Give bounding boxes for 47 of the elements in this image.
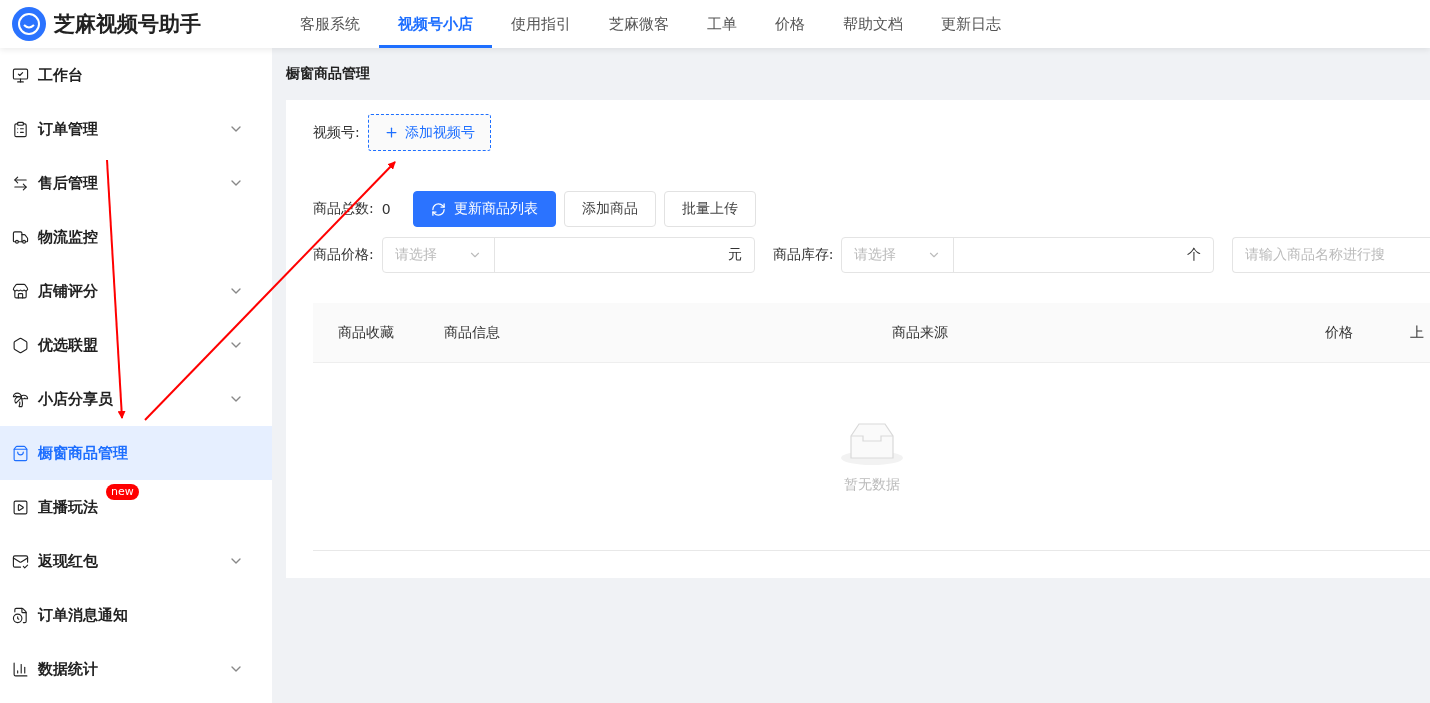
- count-value: 0: [381, 201, 391, 217]
- plus-icon: [383, 125, 399, 140]
- column-header: 上: [1410, 323, 1425, 342]
- clipboard-icon: [12, 120, 29, 138]
- page-title: 橱窗商品管理: [286, 64, 371, 83]
- chart-icon: [12, 660, 29, 678]
- toolbar-button[interactable]: 更新商品列表: [412, 191, 556, 227]
- monitor-icon: [12, 66, 29, 84]
- filter-label: 商品价格:: [313, 246, 374, 264]
- unit-label: 元: [727, 246, 742, 264]
- palm-tree-icon: [12, 390, 29, 408]
- nav-tab[interactable]: 工单: [688, 0, 756, 48]
- nav-tab[interactable]: 芝麻微客: [590, 0, 688, 48]
- smile-logo-icon: [12, 7, 46, 41]
- nav-tab[interactable]: 价格: [756, 0, 824, 48]
- nav-tab[interactable]: 视频号小店: [379, 0, 492, 48]
- hexagon-icon: [12, 336, 29, 354]
- document-icon: [12, 606, 29, 624]
- range-filter[interactable]: 请选择 个: [841, 237, 1215, 273]
- range-filter[interactable]: 请选择 元: [381, 237, 755, 273]
- column-header: 商品来源: [890, 323, 949, 342]
- nav-tab[interactable]: 帮助文档: [824, 0, 922, 48]
- bag-icon: [12, 444, 29, 462]
- nav-tab[interactable]: 客服系统: [281, 0, 379, 48]
- toolbar-button[interactable]: 添加商品: [563, 191, 656, 227]
- new-badge: new: [106, 483, 139, 500]
- nav-tab[interactable]: 更新日志: [922, 0, 1020, 48]
- filter-label: 商品库存:: [772, 246, 834, 264]
- toolbar-button[interactable]: 批量上传: [663, 191, 756, 227]
- store-icon: [12, 282, 29, 300]
- mail-icon: [12, 552, 29, 570]
- sidebar-item[interactable]: 橱窗商品管理: [0, 426, 272, 480]
- refresh-icon: [430, 201, 446, 217]
- exchange-icon: [12, 174, 29, 192]
- select-placeholder: 请选择: [394, 246, 437, 264]
- add-channel-button[interactable]: 添加视频号: [367, 114, 491, 151]
- app-name: 芝麻视频号助手: [54, 11, 201, 38]
- empty-text: 暂无数据: [843, 475, 900, 494]
- unit-label: 个: [1187, 246, 1202, 264]
- field-label: 视频号:: [313, 123, 360, 142]
- column-header: 商品收藏: [337, 323, 395, 342]
- select-placeholder: 请选择: [854, 246, 897, 264]
- column-header: 价格: [1324, 323, 1354, 342]
- truck-icon: [12, 228, 29, 246]
- nav-tab[interactable]: 使用指引: [492, 0, 590, 48]
- column-header: 商品信息: [443, 323, 501, 342]
- play-icon: [12, 498, 29, 516]
